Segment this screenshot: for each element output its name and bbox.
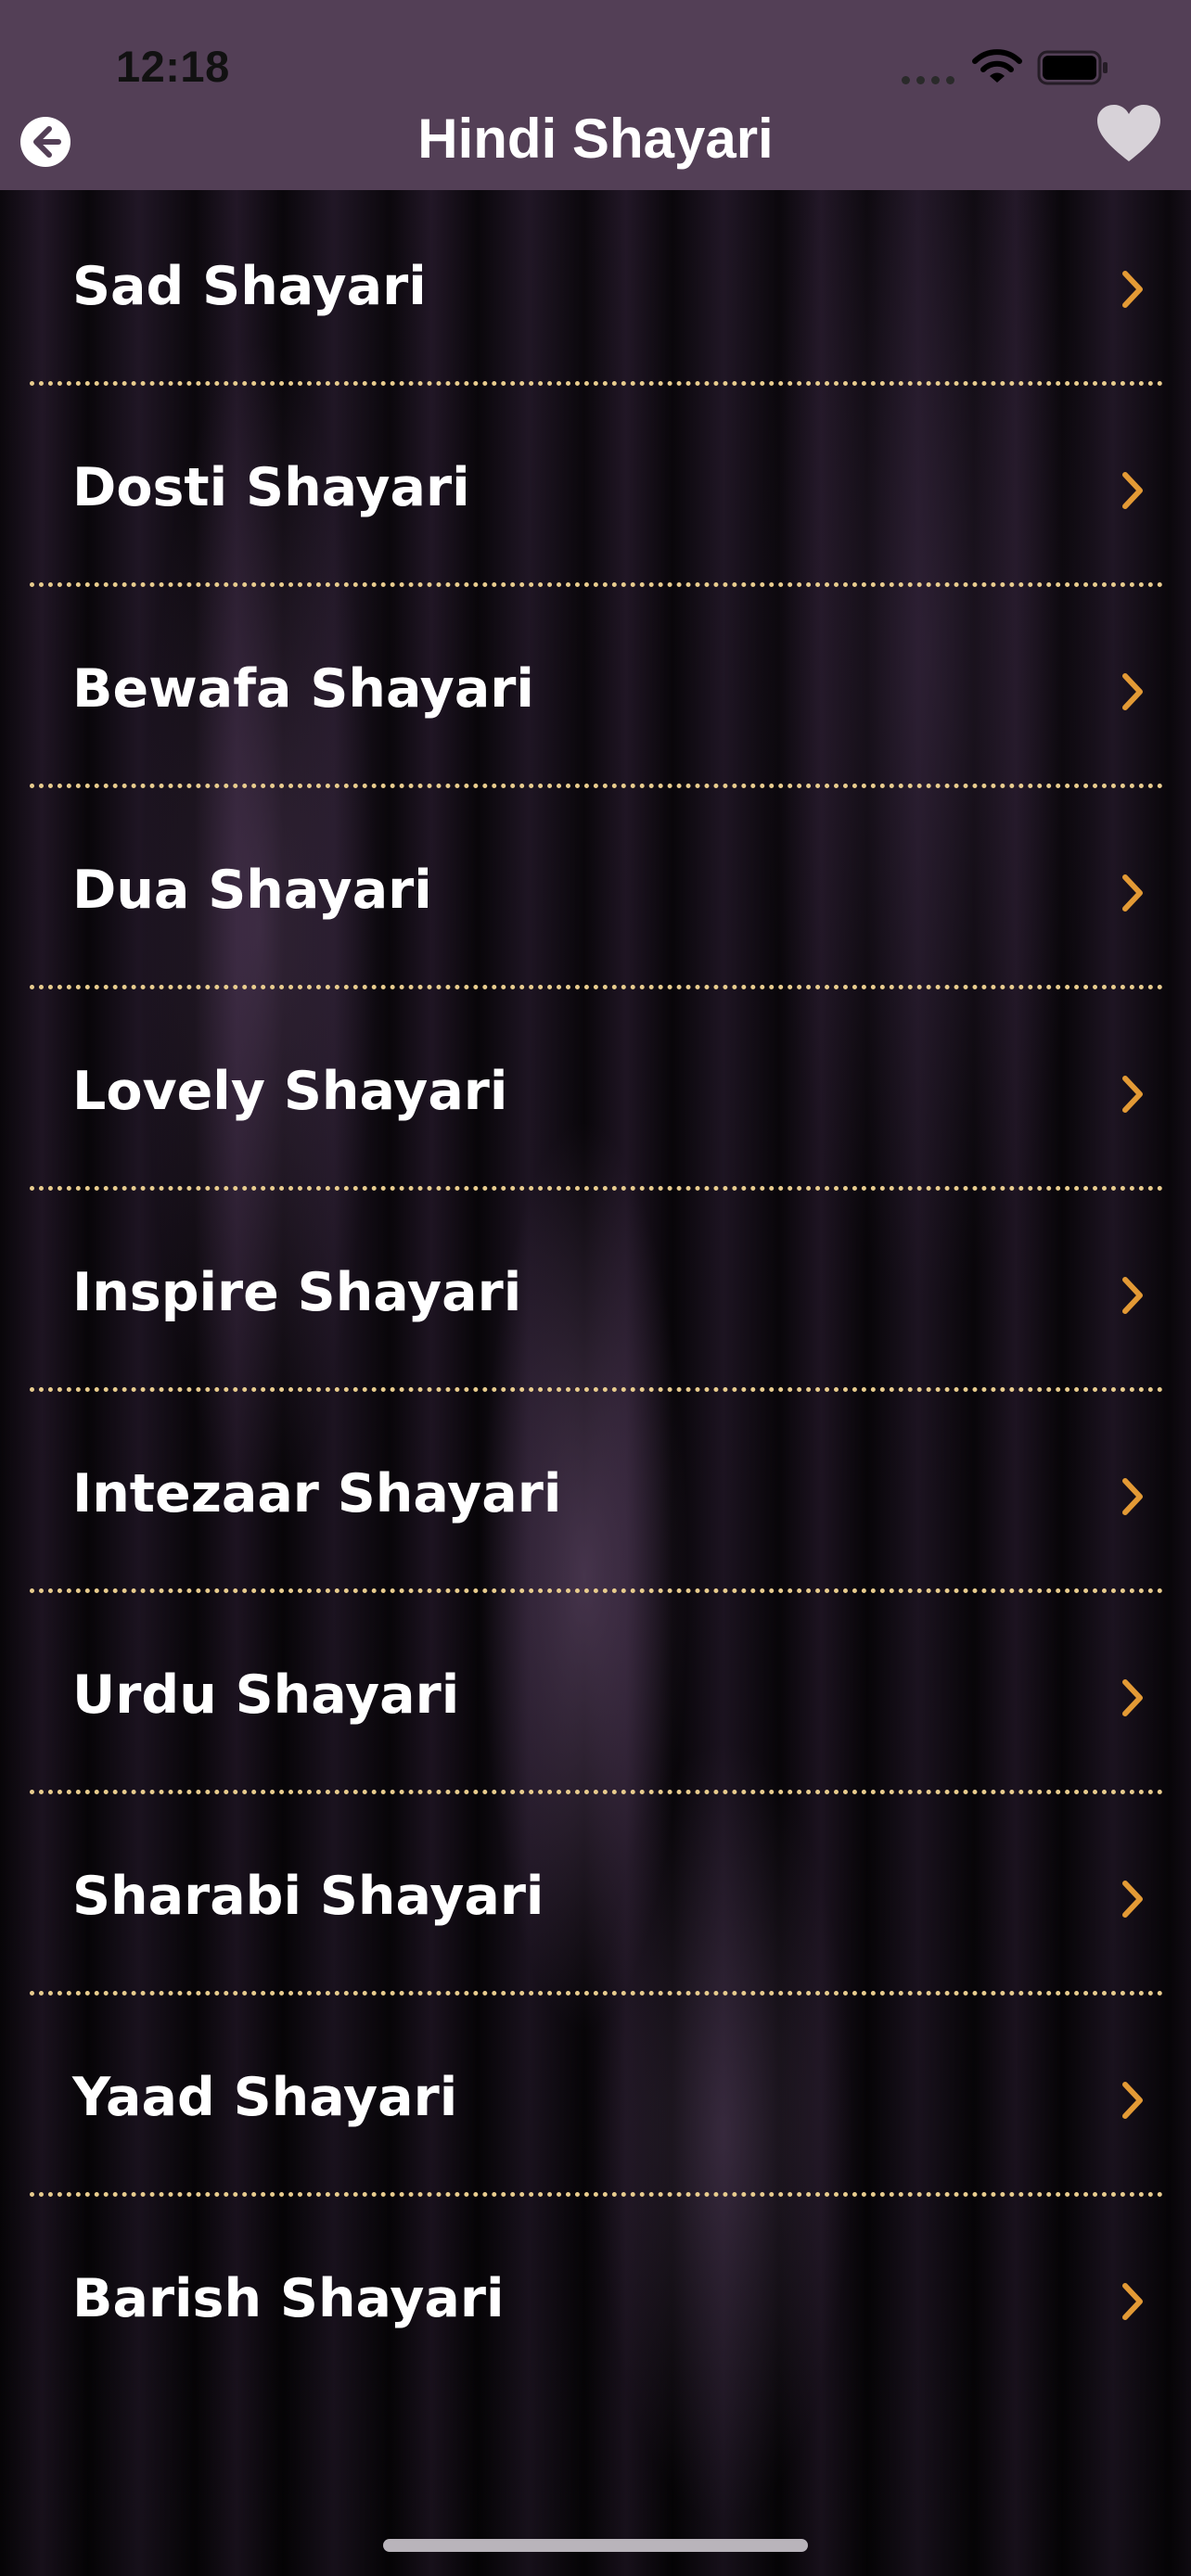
list-item[interactable]: Intezaar Shayari <box>0 1397 1191 1599</box>
chevron-right-icon <box>1122 1679 1143 1716</box>
home-indicator[interactable] <box>383 2539 808 2552</box>
list-item[interactable]: Inspire Shayari <box>0 1196 1191 1397</box>
battery-icon <box>1037 50 1108 85</box>
list-item-label: Sharabi Shayari <box>72 1866 544 1927</box>
page-title: Hindi Shayari <box>417 108 774 170</box>
list-item-label: Barish Shayari <box>72 2268 505 2329</box>
list-item-label: Lovely Shayari <box>72 1061 508 1122</box>
list-divider <box>30 985 1163 989</box>
list-item[interactable]: Yaad Shayari <box>0 2001 1191 2202</box>
list-item[interactable]: Dosti Shayari <box>0 391 1191 593</box>
cellular-signal-icon <box>902 76 955 84</box>
list-item-label: Inspire Shayari <box>72 1262 522 1323</box>
category-list: Sad Shayari Dosti Shayari Bewafa Shayari Du… <box>0 190 1191 2404</box>
list-item-label: Urdu Shayari <box>72 1664 460 1726</box>
list-item-label: Intezaar Shayari <box>72 1463 562 1524</box>
chevron-right-icon <box>1122 472 1143 509</box>
chevron-right-icon <box>1122 1478 1143 1515</box>
list-item[interactable]: Sad Shayari <box>0 190 1191 391</box>
list-divider <box>30 381 1163 386</box>
list-item-label: Yaad Shayari <box>72 2067 458 2128</box>
list-item-label: Dosti Shayari <box>72 457 470 518</box>
list-divider <box>30 1186 1163 1191</box>
list-item-label: Sad Shayari <box>72 256 427 317</box>
list-item[interactable]: Dua Shayari <box>0 794 1191 995</box>
chevron-right-icon <box>1122 2283 1143 2320</box>
list-item-label: Dua Shayari <box>72 860 432 921</box>
chevron-right-icon <box>1122 1277 1143 1314</box>
chevron-right-icon <box>1122 874 1143 912</box>
list-divider <box>30 1387 1163 1392</box>
list-item[interactable]: Lovely Shayari <box>0 995 1191 1196</box>
chevron-right-icon <box>1122 271 1143 308</box>
list-divider <box>30 1790 1163 1794</box>
chevron-right-icon <box>1122 2082 1143 2119</box>
list-item[interactable]: Bewafa Shayari <box>0 593 1191 794</box>
chevron-right-icon <box>1122 1076 1143 1113</box>
list-divider <box>30 784 1163 788</box>
chevron-right-icon <box>1122 1881 1143 1918</box>
wifi-icon <box>972 49 1022 83</box>
list-item[interactable]: Urdu Shayari <box>0 1599 1191 1800</box>
chevron-right-icon <box>1122 673 1143 710</box>
list-item[interactable]: Barish Shayari <box>0 2202 1191 2404</box>
heart-icon[interactable] <box>1095 102 1163 165</box>
list-divider <box>30 582 1163 587</box>
list-item-label: Bewafa Shayari <box>72 658 534 720</box>
screen: 12:18 Hindi Shayari Sad Shayari Dosti Sh… <box>0 0 1191 2576</box>
list-item[interactable]: Sharabi Shayari <box>0 1800 1191 2001</box>
navigation-bar: 12:18 Hindi Shayari <box>0 0 1191 190</box>
list-divider <box>30 2192 1163 2197</box>
list-divider <box>30 1991 1163 1996</box>
status-time: 12:18 <box>116 42 230 91</box>
list-divider <box>30 1588 1163 1593</box>
